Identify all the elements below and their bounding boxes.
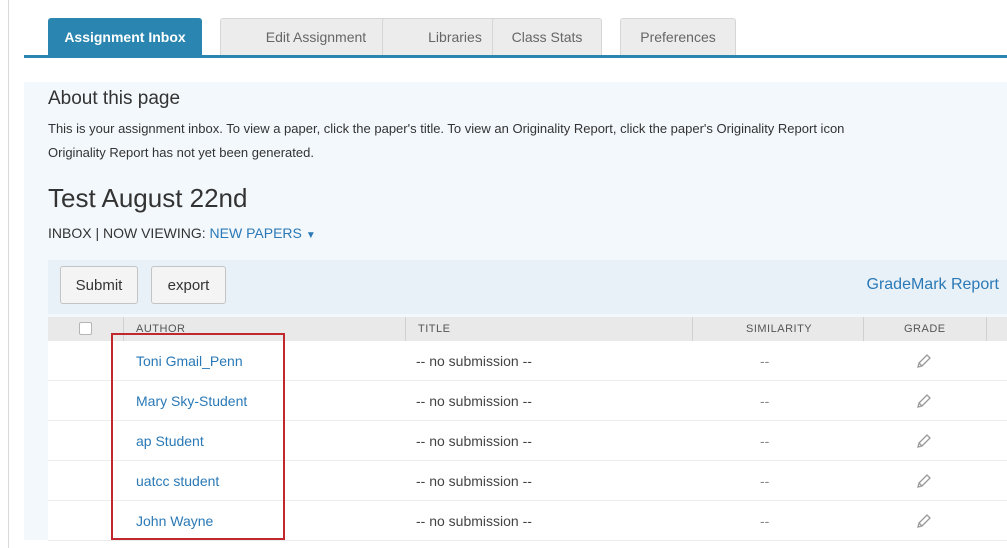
table-row: John Wayne -- no submission -- -- (48, 501, 1007, 541)
pencil-icon[interactable] (914, 381, 934, 421)
page-edge-rule (8, 0, 9, 548)
column-divider (863, 317, 864, 341)
author-link[interactable]: Mary Sky-Student (136, 381, 247, 421)
table-row: ap Student -- no submission -- -- (48, 421, 1007, 461)
about-line-1: This is your assignment inbox. To view a… (48, 121, 845, 136)
pencil-icon[interactable] (914, 461, 934, 501)
paper-title: -- no submission -- (416, 513, 532, 529)
column-divider (986, 317, 987, 341)
similarity-value: -- (760, 473, 770, 489)
table-row: Mary Sky-Student -- no submission -- -- (48, 381, 1007, 421)
paper-title: -- no submission -- (416, 353, 532, 369)
submit-button[interactable]: Submit (60, 266, 138, 304)
similarity-value: -- (760, 513, 770, 529)
tab-preferences[interactable]: Preferences (620, 18, 736, 55)
export-button[interactable]: export (151, 266, 226, 304)
similarity-value: -- (760, 353, 770, 369)
author-link[interactable]: Toni Gmail_Penn (136, 341, 243, 381)
similarity-value: -- (760, 393, 770, 409)
paper-title: -- no submission -- (416, 473, 532, 489)
select-all-checkbox[interactable] (79, 322, 92, 335)
table-row: Toni Gmail_Penn -- no submission -- -- (48, 341, 1007, 381)
header-author[interactable]: AUTHOR (136, 317, 185, 341)
header-similarity[interactable]: SIMILARITY (746, 317, 812, 341)
assignment-title: Test August 22nd (48, 183, 248, 213)
tab-class-stats[interactable]: Class Stats (492, 18, 602, 55)
author-link[interactable]: uatcc student (136, 461, 219, 501)
about-heading: About this page (48, 88, 181, 109)
viewing-prefix: INBOX | NOW VIEWING: (48, 225, 210, 241)
paper-title: -- no submission -- (416, 393, 532, 409)
caret-down-icon[interactable]: ▼ (306, 230, 316, 241)
new-papers-filter-link[interactable]: NEW PAPERS (210, 225, 302, 241)
tab-assignment-inbox[interactable]: Assignment Inbox (48, 18, 202, 55)
table-row: uatcc student -- no submission -- -- (48, 461, 1007, 501)
about-description: This is your assignment inbox. To view a… (48, 117, 998, 165)
pencil-icon[interactable] (914, 421, 934, 461)
pencil-icon[interactable] (914, 341, 934, 381)
grademark-report-link[interactable]: GradeMark Report (867, 276, 1000, 294)
column-divider (692, 317, 693, 341)
author-link[interactable]: ap Student (136, 421, 204, 461)
author-link[interactable]: John Wayne (136, 501, 213, 541)
paper-title: -- no submission -- (416, 433, 532, 449)
similarity-value: -- (760, 433, 770, 449)
header-grade[interactable]: GRADE (904, 317, 946, 341)
about-line-2: Originality Report has not yet been gene… (48, 145, 314, 160)
column-divider (123, 317, 124, 341)
column-divider (405, 317, 406, 341)
viewing-breadcrumb: INBOX | NOW VIEWING: NEW PAPERS ▼ (48, 225, 316, 241)
pencil-icon[interactable] (914, 501, 934, 541)
header-title[interactable]: TITLE (418, 317, 450, 341)
tab-underline (24, 55, 1007, 58)
